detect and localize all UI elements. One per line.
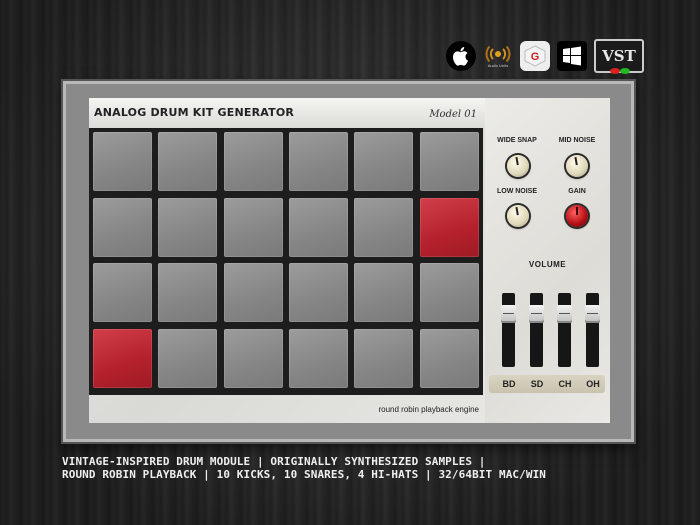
drum-pad[interactable] (93, 132, 152, 191)
drum-pad[interactable] (223, 328, 283, 388)
platform-icons: Audio Units G VST (446, 39, 644, 74)
control-panel: WIDE SNAP MID NOISE LOW NOISE GAIN VOLUM… (485, 98, 610, 423)
channel-label-bd: BD (502, 379, 516, 389)
gain-knob[interactable] (566, 205, 588, 227)
slider-handle[interactable] (557, 305, 572, 324)
slider-handle[interactable] (529, 305, 544, 324)
plugin-window: ANALOG DRUM KIT GENERATOR Model 01 round… (63, 81, 634, 442)
drum-pad[interactable] (158, 132, 218, 191)
channel-label-ch: CH (558, 379, 572, 389)
bd-volume-slider[interactable] (501, 293, 516, 367)
oh-volume-slider[interactable] (585, 293, 600, 367)
drum-pad[interactable] (419, 328, 479, 388)
channel-label-sd: SD (530, 379, 544, 389)
drum-pad[interactable] (419, 132, 479, 191)
model-label: Model 01 (429, 109, 477, 120)
low-noise-knob[interactable] (507, 205, 529, 227)
windows-icon (557, 41, 587, 71)
knob-label-wide-snap: WIDE SNAP (497, 137, 537, 144)
drum-pad[interactable] (288, 132, 348, 191)
description-line-1: VINTAGE-INSPIRED DRUM MODULE | ORIGINALL… (62, 455, 486, 468)
drum-pad[interactable] (288, 328, 348, 388)
drum-pad[interactable] (288, 263, 348, 322)
audio-units-icon: Audio Units (483, 41, 513, 71)
drum-pad[interactable] (158, 197, 218, 257)
mid-noise-knob[interactable] (566, 155, 588, 177)
drum-pad[interactable] (354, 132, 414, 191)
vst-label: VST (602, 47, 636, 65)
ch-volume-slider[interactable] (557, 293, 572, 367)
sd-volume-slider[interactable] (529, 293, 544, 367)
drum-pad[interactable] (354, 328, 414, 388)
svg-text:G: G (531, 51, 540, 63)
slider-handle[interactable] (585, 305, 600, 324)
knob-label-mid-noise: MID NOISE (558, 137, 596, 144)
drum-pad[interactable] (223, 132, 283, 191)
product-description: VINTAGE-INSPIRED DRUM MODULE | ORIGINALL… (62, 455, 546, 481)
knob-label-gain: GAIN (568, 188, 586, 195)
apple-icon (446, 41, 476, 71)
drum-pad[interactable] (288, 197, 348, 257)
engine-label: round robin playback engine (378, 405, 479, 414)
drum-pad[interactable] (354, 263, 414, 322)
drum-pad[interactable] (223, 263, 283, 322)
slider-handle[interactable] (501, 305, 516, 324)
vst-icon: VST (594, 39, 644, 74)
pad-grid (89, 128, 483, 395)
drum-pad[interactable] (419, 197, 479, 257)
drum-pad[interactable] (419, 263, 479, 322)
channel-label-oh: OH (586, 379, 600, 389)
description-line-2: ROUND ROBIN PLAYBACK | 10 KICKS, 10 SNAR… (62, 468, 547, 481)
plugin-title: ANALOG DRUM KIT GENERATOR (94, 106, 295, 119)
volume-label: VOLUME (528, 260, 567, 269)
drum-pad[interactable] (158, 328, 218, 388)
title-bar: ANALOG DRUM KIT GENERATOR Model 01 (89, 98, 485, 128)
drum-pad[interactable] (93, 328, 152, 388)
drum-pad[interactable] (93, 263, 152, 322)
drum-pad[interactable] (93, 197, 152, 257)
pad-panel: ANALOG DRUM KIT GENERATOR Model 01 round… (89, 98, 485, 423)
drum-pad[interactable] (223, 197, 283, 257)
wide-snap-knob[interactable] (507, 155, 529, 177)
knob-label-low-noise: LOW NOISE (496, 188, 538, 195)
audio-units-label: Audio Units (487, 62, 509, 68)
drum-pad[interactable] (354, 197, 414, 257)
drum-pad[interactable] (158, 263, 218, 322)
aax-icon: G (520, 41, 550, 71)
